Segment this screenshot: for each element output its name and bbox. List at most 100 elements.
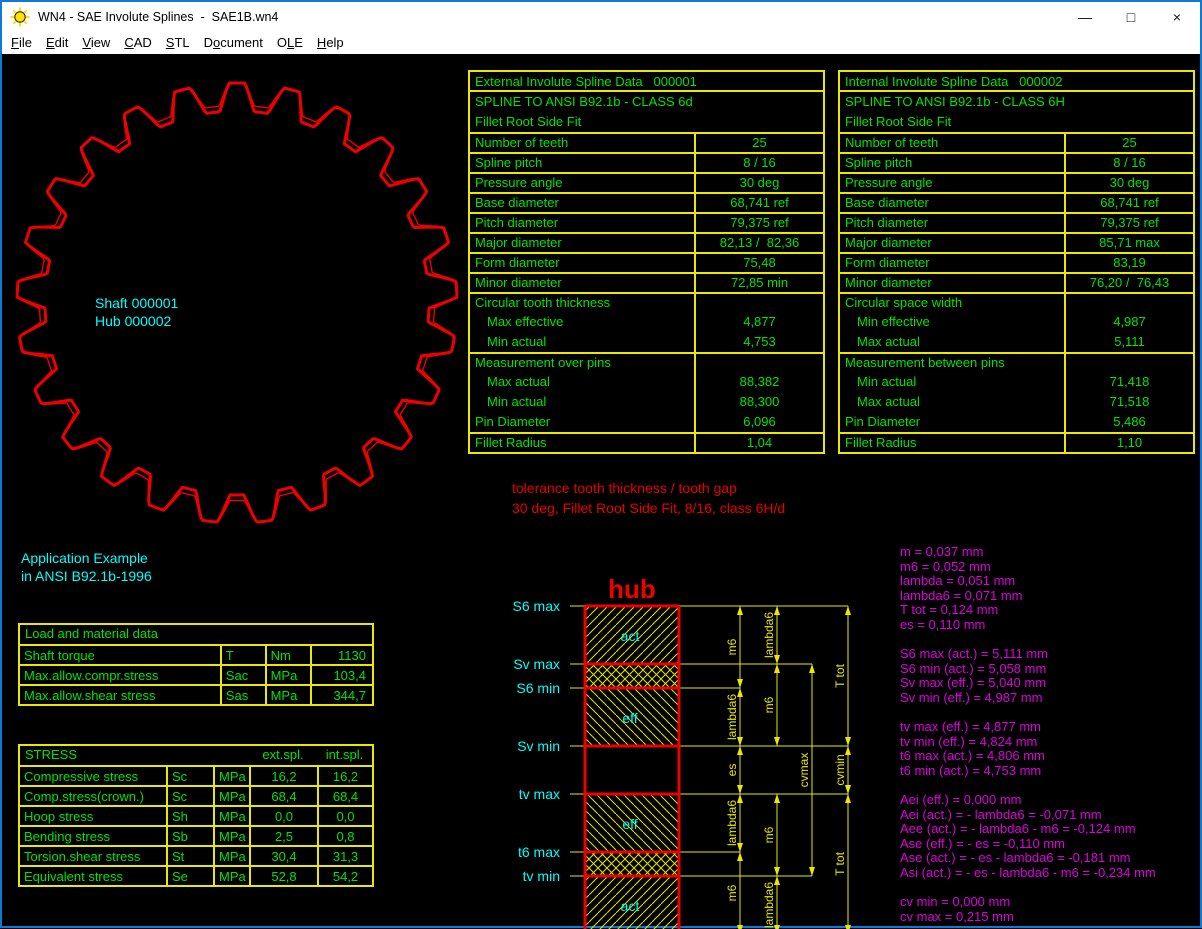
hub-label: hub bbox=[608, 574, 656, 604]
stress-col-ext: ext.spl. bbox=[249, 746, 317, 765]
dimension-arrow bbox=[737, 679, 743, 688]
table-row: Min effective4,987 bbox=[840, 312, 1193, 332]
window-title: WN4 - SAE Involute Splines - SAE1B.wn4 bbox=[38, 10, 278, 24]
menu-item-ole[interactable]: OLE bbox=[277, 35, 303, 50]
table-standard: SPLINE TO ANSI B92.1b - CLASS 6d bbox=[470, 92, 823, 112]
section-label-act: act bbox=[621, 628, 640, 644]
result-line: Asi (act.) = - es - lambda6 - m6 = -0,23… bbox=[900, 866, 1156, 881]
level-label-tv-min: tv min bbox=[523, 868, 560, 884]
result-line: Sv min (eff.) = 4,987 mm bbox=[900, 691, 1156, 706]
level-label-S6-min: S6 min bbox=[516, 680, 560, 696]
spline-gear-drawing bbox=[7, 64, 467, 534]
section-label-eff: eff bbox=[622, 710, 637, 726]
client-area: Shaft 000001 Hub 000002 Application Exam… bbox=[2, 54, 1200, 926]
result-line: S6 max (act.) = 5,111 mm bbox=[900, 647, 1156, 662]
table-row: Minor diameter72,85 min bbox=[470, 272, 823, 292]
menu-item-document[interactable]: Document bbox=[204, 35, 263, 50]
level-label-Sv-min: Sv min bbox=[517, 738, 560, 754]
app-icon bbox=[10, 7, 30, 27]
result-line: tv max (eff.) = 4,877 mm bbox=[900, 720, 1156, 735]
close-button[interactable]: × bbox=[1154, 2, 1200, 31]
section-label-eff: eff bbox=[622, 816, 637, 832]
minimize-button[interactable]: — bbox=[1062, 2, 1108, 31]
table-row: Fillet Radius1,04 bbox=[470, 432, 823, 452]
table-row: Base diameter68,741 ref bbox=[840, 192, 1193, 212]
table-row: Hoop stressShMPa0,00,0 bbox=[20, 805, 372, 825]
maximize-button[interactable]: □ bbox=[1108, 2, 1154, 31]
menu-item-edit[interactable]: Edit bbox=[46, 35, 68, 50]
section-label-act: act bbox=[621, 898, 640, 914]
level-label-tv-max: tv max bbox=[519, 786, 560, 802]
table-row: Shaft torqueTNm1130 bbox=[20, 644, 372, 664]
menu-item-view[interactable]: View bbox=[82, 35, 110, 50]
result-line: Ase (eff.) = - es = -0,110 mm bbox=[900, 837, 1156, 852]
result-line: lambda6 = 0,071 mm bbox=[900, 589, 1156, 604]
result-line: Sv max (eff.) = 5,040 mm bbox=[900, 676, 1156, 691]
dimension-label-m6: m6 bbox=[725, 884, 739, 901]
menu-item-help[interactable]: Help bbox=[317, 35, 344, 50]
dimension-arrow bbox=[737, 925, 743, 929]
table-row: Min actual71,418 bbox=[840, 372, 1193, 392]
table-row: Equivalent stressSeMPa52,854,2 bbox=[20, 865, 372, 885]
shaft-spline-profile bbox=[17, 83, 457, 522]
table-row: Form diameter75,48 bbox=[470, 252, 823, 272]
table-row: Max effective4,877 bbox=[470, 312, 823, 332]
table-row: Torsion.shear stressStMPa30,431,3 bbox=[20, 845, 372, 865]
app-window: WN4 - SAE Involute Splines - SAE1B.wn4 —… bbox=[0, 0, 1202, 928]
dimension-label-cvmin: cvmin bbox=[833, 754, 847, 785]
result-line: T tot = 0,124 mm bbox=[900, 603, 1156, 618]
calculation-results: m = 0,037 mmm6 = 0,052 mmlambda = 0,051 … bbox=[900, 545, 1156, 924]
table-row: Major diameter85,71 max bbox=[840, 232, 1193, 252]
dimension-arrow bbox=[845, 606, 851, 615]
table-row: Fillet Radius1,10 bbox=[840, 432, 1193, 452]
stress-table-title: STRESSext.spl.int.spl. bbox=[20, 746, 372, 765]
tolerance-title-line2: 30 deg, Fillet Root Side Fit, 8/16, clas… bbox=[512, 498, 785, 518]
tolerance-zone bbox=[585, 852, 679, 876]
result-line: Aei (act.) = - lambda6 = -0,071 mm bbox=[900, 808, 1156, 823]
table-row: Bending stressSbMPa2,50,8 bbox=[20, 825, 372, 845]
table-row: Measurement over pins bbox=[470, 352, 823, 372]
table-row: Max.allow.compr.stressSacMPa103,4 bbox=[20, 664, 372, 684]
table-row: Base diameter68,741 ref bbox=[470, 192, 823, 212]
dimension-arrow bbox=[737, 852, 743, 861]
table-row: Major diameter82,13 / 82,36 bbox=[470, 232, 823, 252]
menu-item-cad[interactable]: CAD bbox=[124, 35, 151, 50]
result-line: m6 = 0,052 mm bbox=[900, 560, 1156, 575]
level-label-S6-max: S6 max bbox=[513, 598, 560, 614]
result-line: t6 max (act.) = 4,806 mm bbox=[900, 749, 1156, 764]
table-fit: Fillet Root Side Fit bbox=[470, 112, 823, 132]
dimension-arrow bbox=[774, 867, 780, 876]
table-row: Measurement between pins bbox=[840, 352, 1193, 372]
table-row: Spline pitch8 / 16 bbox=[840, 152, 1193, 172]
table-row: Min actual4,753 bbox=[470, 332, 823, 352]
stress-col-int: int.spl. bbox=[317, 746, 372, 765]
table-row: Comp.stress(crown.)ScMPa68,468,4 bbox=[20, 785, 372, 805]
dimension-label-lambda6: lambda6 bbox=[762, 882, 776, 928]
table-row: Number of teeth25 bbox=[470, 132, 823, 152]
table-row: Pin Diameter5,486 bbox=[840, 412, 1193, 432]
result-line: t6 min (act.) = 4,753 mm bbox=[900, 764, 1156, 779]
load-table-title: Load and material data bbox=[20, 625, 372, 644]
menu-item-stl[interactable]: STL bbox=[166, 35, 190, 50]
table-row: Minor diameter76,20 / 76,43 bbox=[840, 272, 1193, 292]
table-row: Pitch diameter79,375 ref bbox=[470, 212, 823, 232]
external-spline-table: External Involute Spline Data 000001SPLI… bbox=[468, 70, 825, 454]
menu-item-file[interactable]: File bbox=[11, 35, 32, 50]
table-row: Max.allow.shear stressSasMPa344,7 bbox=[20, 684, 372, 704]
load-material-table: Load and material dataShaft torqueTNm113… bbox=[18, 623, 374, 706]
dimension-arrow bbox=[845, 925, 851, 929]
dimension-arrow bbox=[809, 664, 815, 673]
table-row: Compressive stressScMPa16,216,2 bbox=[20, 765, 372, 785]
dimension-label-es: es bbox=[725, 764, 739, 777]
dimension-label-m6: m6 bbox=[762, 696, 776, 713]
result-line: Aei (eff.) = 0,000 mm bbox=[900, 793, 1156, 808]
result-line: lambda = 0,051 mm bbox=[900, 574, 1156, 589]
result-line: S6 min (act.) = 5,058 mm bbox=[900, 662, 1156, 677]
table-row: Pressure angle30 deg bbox=[840, 172, 1193, 192]
result-line: cv max = 0,215 mm bbox=[900, 910, 1156, 925]
level-label-Sv-max: Sv max bbox=[513, 656, 560, 672]
tolerance-title-line1: tolerance tooth thickness / tooth gap bbox=[512, 478, 737, 498]
tolerance-zone bbox=[585, 664, 679, 688]
dimension-arrow bbox=[809, 867, 815, 876]
dimension-label-lambda6: lambda6 bbox=[762, 612, 776, 658]
